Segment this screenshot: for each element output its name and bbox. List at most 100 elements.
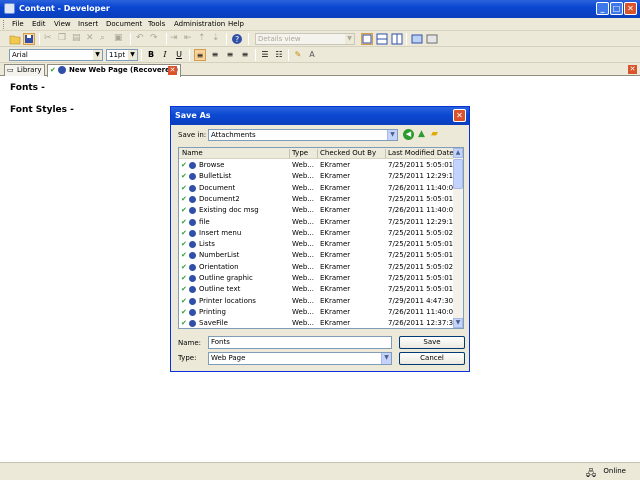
toolbar-separator [248,33,249,45]
file-row[interactable]: ✔ Browse Web... EKramer 7/25/2011 5:05:01 ..… [179,160,455,171]
file-modified-date: 7/25/2011 5:05:01 ... [388,194,454,203]
layout-single-icon[interactable] [361,33,373,45]
up-folder-icon[interactable]: ▲ [418,129,425,139]
delete-icon[interactable]: ✕ [86,33,98,45]
cut-icon[interactable]: ✂ [44,33,56,45]
new-folder-icon[interactable]: ▰ [431,129,438,139]
maximize-button[interactable]: □ [610,2,623,15]
move-up-icon[interactable]: ⇡ [198,33,210,45]
name-field[interactable]: Fonts [208,336,392,349]
file-modified-date: 7/25/2011 5:05:01 ... [388,274,454,282]
column-name[interactable]: Name [182,149,290,158]
save-icon[interactable] [23,33,35,45]
italic-button[interactable]: I [159,49,171,61]
file-row[interactable]: ✔ Insert menu Web... EKramer 7/25/2011 5:05:… [179,228,455,239]
toolbar-separator [141,49,142,61]
help-icon[interactable]: ? [231,33,243,45]
file-row[interactable]: ✔ Orientation Web... EKramer 7/25/2011 5:05:… [179,262,455,273]
file-type: Web... [292,240,314,249]
menu-insert[interactable]: Insert [78,20,98,28]
file-checked-out-by: EKramer [320,183,351,192]
font-combo[interactable]: Arial ▼ [9,49,103,61]
type-combo[interactable]: Web Page ▼ [208,352,392,365]
file-row[interactable]: ✔ NumberList Web... EKramer 7/25/2011 5:05:0… [179,250,455,261]
save-in-combo[interactable]: Attachments ▼ [208,129,398,141]
move-down-icon[interactable]: ⇣ [212,33,224,45]
file-row[interactable]: ✔ Lists Web... EKramer 7/25/2011 5:05:01 ... [179,239,455,250]
bullet-list-icon[interactable]: ☰ [259,49,271,61]
refresh-icon[interactable] [411,33,423,45]
checked-out-icon: ✔ [181,240,187,249]
column-last-modified[interactable]: Last Modified Date [388,149,454,158]
properties-icon[interactable]: ▣ [114,33,126,45]
file-row[interactable]: ✔ Existing doc msg Web... EKramer 7/26/2011 … [179,205,455,216]
indent-icon[interactable]: ⇥ [170,33,182,45]
menu-tools[interactable]: Tools [148,20,165,28]
file-list-scrollbar[interactable]: ▲ ▼ [453,148,463,328]
menu-file[interactable]: File [12,20,24,28]
save-button[interactable]: Save [399,336,465,349]
font-size-combo[interactable]: 11pt ▼ [106,49,138,61]
toolbar-separator [166,33,167,45]
outdent-icon[interactable]: ⇤ [184,33,196,45]
open-folder-icon[interactable] [9,33,21,45]
file-row[interactable]: ✔ Printing Web... EKramer 7/26/2011 11:40:0.… [179,307,455,318]
preview-icon[interactable] [426,33,438,45]
view-mode-combo[interactable]: Details view ▼ [255,33,355,45]
layout-horizontal-icon[interactable] [376,33,388,45]
highlight-icon[interactable]: ✎ [292,49,304,61]
file-row[interactable]: ✔ Document2 Web... EKramer 7/25/2011 5:05:01… [179,194,455,205]
file-name: BulletList [199,172,232,181]
tab-new-web-page[interactable]: ✔ New Web Page (Recovered) ✕ [47,64,181,77]
scroll-thumb[interactable] [453,159,463,189]
dialog-close-button[interactable]: ✕ [453,109,466,122]
tab-new-web-page-label: New Web Page (Recovered) [69,66,179,74]
menu-document[interactable]: Document [106,20,142,28]
web-page-icon [189,207,196,215]
checked-out-icon: ✔ [181,183,187,192]
file-row[interactable]: ✔ SaveFile Web... EKramer 7/26/2011 12:37:3.… [179,318,455,328]
menu-help[interactable]: Help [228,20,244,28]
align-justify-icon[interactable]: ≡ [239,49,251,61]
file-row[interactable]: ✔ file Web... EKramer 7/25/2011 12:29:1... [179,217,455,228]
close-tab-icon[interactable]: ✕ [168,66,177,75]
menu-administration[interactable]: Administration [174,20,225,28]
web-page-icon [189,173,196,181]
file-name: NumberList [199,251,240,260]
paste-icon[interactable]: ▤ [72,33,84,45]
file-checked-out-by: EKramer [320,217,351,226]
menu-view[interactable]: View [54,20,71,28]
scroll-down-icon[interactable]: ▼ [453,318,463,328]
file-row[interactable]: ✔ BulletList Web... EKramer 7/25/2011 12:29:… [179,171,455,182]
column-type[interactable]: Type [292,149,318,158]
web-page-icon [189,184,196,192]
cancel-button[interactable]: Cancel [399,352,465,365]
copy-icon[interactable]: ❐ [58,33,70,45]
align-left-icon[interactable]: ≡ [194,49,206,61]
layout-vertical-icon[interactable] [391,33,403,45]
back-icon[interactable]: ◀ [403,129,414,140]
scroll-up-icon[interactable]: ▲ [453,148,463,158]
bold-button[interactable]: B [145,49,157,61]
file-row[interactable]: ✔ Document Web... EKramer 7/26/2011 11:40:0.… [179,183,455,194]
close-document-icon[interactable]: ✕ [628,65,637,74]
undo-icon[interactable]: ↶ [136,33,148,45]
close-button[interactable]: ✕ [624,2,637,15]
underline-button[interactable]: U [173,49,185,61]
file-row[interactable]: ✔ Outline graphic Web... EKramer 7/25/2011 5… [179,273,455,284]
file-name: SaveFile [199,319,228,328]
align-right-icon[interactable]: ≡ [224,49,236,61]
styles-icon[interactable]: A [306,49,318,61]
align-center-icon[interactable]: ≡ [209,49,221,61]
numbered-list-icon[interactable]: ☷ [273,49,285,61]
web-page-icon [189,252,196,260]
column-checked-out-by[interactable]: Checked Out By [320,149,386,158]
file-name: Document [199,183,236,192]
tab-library[interactable]: ▭ Library [4,64,45,76]
file-row[interactable]: ✔ Outline text Web... EKramer 7/25/2011 5:05… [179,284,455,295]
file-row[interactable]: ✔ Printer locations Web... EKramer 7/29/2011… [179,296,455,307]
redo-icon[interactable]: ↷ [150,33,162,45]
minimize-button[interactable]: _ [596,2,609,15]
menu-edit[interactable]: Edit [32,20,46,28]
find-icon[interactable]: ⌕ [100,33,112,45]
